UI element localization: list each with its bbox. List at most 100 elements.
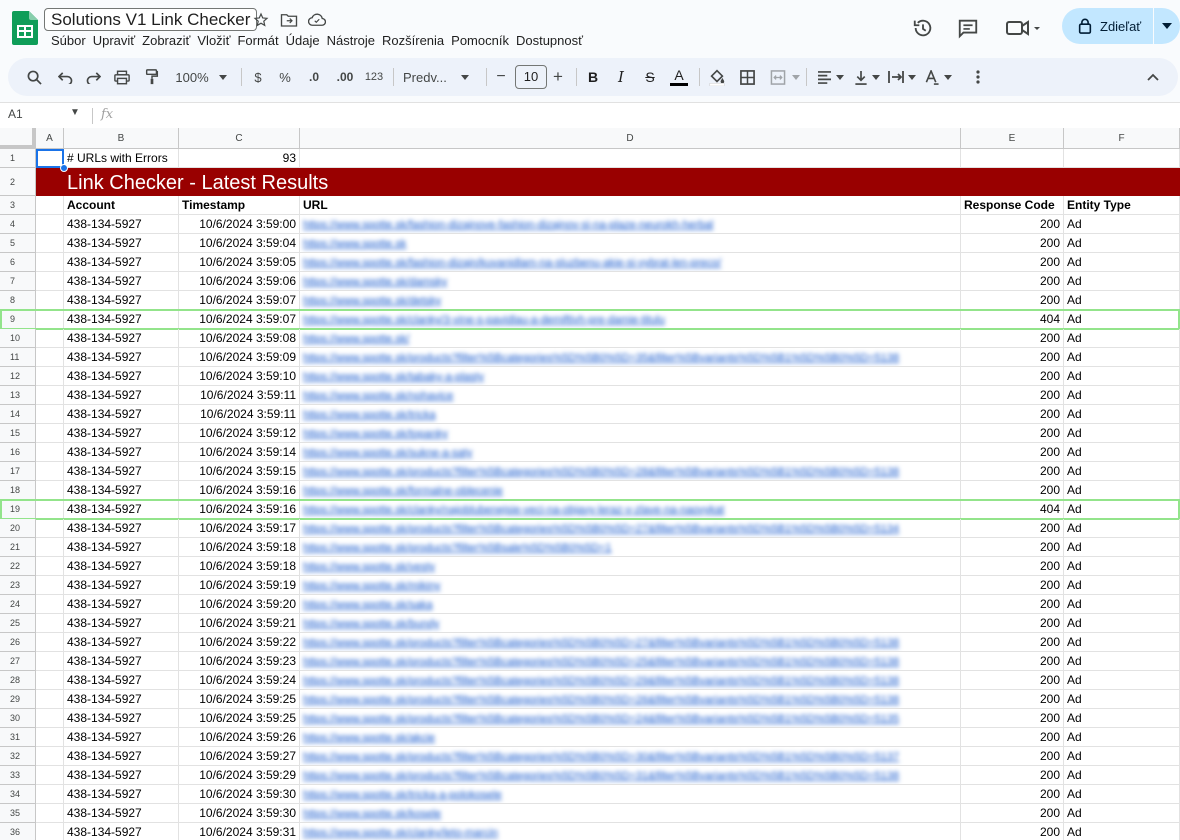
row-header[interactable]: 27 — [0, 652, 36, 671]
timestamp-cell[interactable]: 10/6/2024 3:59:29 — [179, 766, 300, 785]
url-cell[interactable]: https://www.spotte.sk/fashion-dizajnove-… — [300, 215, 961, 234]
row-header[interactable]: 32 — [0, 747, 36, 766]
cell-a[interactable] — [36, 766, 64, 785]
url-cell[interactable]: https://www.spotte.sk/kosele — [300, 804, 961, 823]
errors-label-cell[interactable]: # URLs with Errors — [64, 149, 179, 168]
url-cell[interactable]: https://www.spotte.sk/products?filter%5B… — [300, 519, 961, 538]
account-cell[interactable]: 438-134-5927 — [64, 424, 179, 443]
timestamp-cell[interactable]: 10/6/2024 3:59:07 — [179, 291, 300, 310]
url-link[interactable]: https://www.spotte.sk/clanky/najoblubene… — [303, 501, 724, 518]
fill-color-icon[interactable] — [706, 58, 728, 96]
cell-a[interactable] — [36, 424, 64, 443]
menu-tools[interactable]: Nástroje — [327, 31, 382, 51]
timestamp-cell[interactable]: 10/6/2024 3:59:22 — [179, 633, 300, 652]
url-cell[interactable]: https://www.spotte.sk/clanky/najoblubene… — [300, 500, 961, 519]
print-icon[interactable] — [110, 58, 134, 96]
response-code-cell[interactable]: 200 — [961, 443, 1064, 462]
account-cell[interactable]: 438-134-5927 — [64, 234, 179, 253]
font-family-select[interactable]: Predv... — [403, 58, 479, 96]
account-cell[interactable]: 438-134-5927 — [64, 481, 179, 500]
menu-extensions[interactable]: Rozšírenia — [382, 31, 451, 51]
timestamp-cell[interactable]: 10/6/2024 3:59:18 — [179, 557, 300, 576]
cell-a[interactable] — [36, 538, 64, 557]
account-cell[interactable]: 438-134-5927 — [64, 538, 179, 557]
account-cell[interactable]: 438-134-5927 — [64, 310, 179, 329]
timestamp-cell[interactable]: 10/6/2024 3:59:00 — [179, 215, 300, 234]
timestamp-cell[interactable]: 10/6/2024 3:59:25 — [179, 690, 300, 709]
bold-button[interactable]: B — [583, 58, 603, 96]
timestamp-cell[interactable]: 10/6/2024 3:59:04 — [179, 234, 300, 253]
row-header[interactable]: 20 — [0, 519, 36, 538]
header-url[interactable]: URL — [300, 196, 961, 215]
entity-type-cell[interactable]: Ad — [1064, 652, 1180, 671]
url-link[interactable]: https://www.spotte.sk/damsky — [303, 273, 447, 290]
entity-type-cell[interactable]: Ad — [1064, 766, 1180, 785]
row-header[interactable]: 30 — [0, 709, 36, 728]
url-link[interactable]: https://www.spotte.sk — [303, 235, 406, 252]
account-cell[interactable]: 438-134-5927 — [64, 500, 179, 519]
entity-type-cell[interactable]: Ad — [1064, 215, 1180, 234]
response-code-cell[interactable]: 200 — [961, 652, 1064, 671]
entity-type-cell[interactable]: Ad — [1064, 728, 1180, 747]
number-format-button[interactable]: 123 — [362, 58, 386, 96]
cell-a[interactable] — [36, 272, 64, 291]
entity-type-cell[interactable]: Ad — [1064, 785, 1180, 804]
url-cell[interactable]: https://www.spotte.sk/products?filter%5B… — [300, 709, 961, 728]
cell-a[interactable] — [36, 481, 64, 500]
url-cell[interactable]: https://www.spotte.sk/damsky — [300, 272, 961, 291]
row-header[interactable]: 18 — [0, 481, 36, 500]
account-cell[interactable]: 438-134-5927 — [64, 405, 179, 424]
url-cell[interactable]: https://www.spotte.sk/clanky/leto-marcin — [300, 823, 961, 840]
timestamp-cell[interactable]: 10/6/2024 3:59:12 — [179, 424, 300, 443]
account-cell[interactable]: 438-134-5927 — [64, 785, 179, 804]
timestamp-cell[interactable]: 10/6/2024 3:59:10 — [179, 367, 300, 386]
entity-type-cell[interactable]: Ad — [1064, 671, 1180, 690]
row-header[interactable]: 35 — [0, 804, 36, 823]
timestamp-cell[interactable]: 10/6/2024 3:59:21 — [179, 614, 300, 633]
account-cell[interactable]: 438-134-5927 — [64, 348, 179, 367]
entity-type-cell[interactable]: Ad — [1064, 519, 1180, 538]
row-header[interactable]: 12 — [0, 367, 36, 386]
account-cell[interactable]: 438-134-5927 — [64, 823, 179, 840]
cell-a[interactable] — [36, 557, 64, 576]
url-cell[interactable]: https://www.spotte.sk/detsky — [300, 291, 961, 310]
url-link[interactable]: https://www.spotte.sk/products?filter%5B… — [303, 672, 899, 689]
cell-a[interactable] — [36, 215, 64, 234]
response-code-cell[interactable]: 200 — [961, 424, 1064, 443]
response-code-cell[interactable]: 200 — [961, 538, 1064, 557]
menu-data[interactable]: Údaje — [286, 31, 327, 51]
timestamp-cell[interactable]: 10/6/2024 3:59:26 — [179, 728, 300, 747]
response-code-cell[interactable]: 404 — [961, 310, 1064, 329]
url-link[interactable]: https://www.spotte.sk/clanky/leto-marcin — [303, 824, 498, 840]
row-header[interactable]: 14 — [0, 405, 36, 424]
url-cell[interactable]: https://www.spotte.sk/tricka — [300, 405, 961, 424]
response-code-cell[interactable]: 200 — [961, 804, 1064, 823]
timestamp-cell[interactable]: 10/6/2024 3:59:23 — [179, 652, 300, 671]
url-cell[interactable]: https://www.spotte.sk/nohavice — [300, 386, 961, 405]
response-code-cell[interactable]: 200 — [961, 747, 1064, 766]
response-code-cell[interactable]: 200 — [961, 329, 1064, 348]
url-cell[interactable]: https://www.spotte.sk/products?filter%5B… — [300, 671, 961, 690]
url-link[interactable]: https://www.spotte.sk/nohavice — [303, 387, 453, 404]
url-cell[interactable]: https://www.spotte.sk/clanky/3-vine-s-pa… — [300, 310, 961, 329]
menu-edit[interactable]: Upraviť — [93, 31, 142, 51]
timestamp-cell[interactable]: 10/6/2024 3:59:19 — [179, 576, 300, 595]
response-code-cell[interactable]: 200 — [961, 709, 1064, 728]
font-size-decrease-button[interactable]: − — [492, 58, 510, 96]
url-cell[interactable]: https://www.spotte.sk/products?filter%5B… — [300, 747, 961, 766]
url-link[interactable]: https://www.spotte.sk/fashion-dizajn/kuv… — [303, 254, 721, 271]
timestamp-cell[interactable]: 10/6/2024 3:59:20 — [179, 595, 300, 614]
cell-a[interactable] — [36, 291, 64, 310]
entity-type-cell[interactable]: Ad — [1064, 443, 1180, 462]
response-code-cell[interactable]: 200 — [961, 348, 1064, 367]
account-cell[interactable]: 438-134-5927 — [64, 766, 179, 785]
timestamp-cell[interactable]: 10/6/2024 3:59:05 — [179, 253, 300, 272]
timestamp-cell[interactable]: 10/6/2024 3:59:16 — [179, 481, 300, 500]
response-code-cell[interactable]: 200 — [961, 367, 1064, 386]
url-cell[interactable]: https://www.spotte.sk — [300, 234, 961, 253]
url-link[interactable]: https://www.spotte.sk/saka — [303, 596, 433, 613]
url-link[interactable]: https://www.spotte.sk/fashion-dizajnove-… — [303, 216, 713, 233]
timestamp-cell[interactable]: 10/6/2024 3:59:30 — [179, 804, 300, 823]
row-header[interactable]: 7 — [0, 272, 36, 291]
account-cell[interactable]: 438-134-5927 — [64, 728, 179, 747]
